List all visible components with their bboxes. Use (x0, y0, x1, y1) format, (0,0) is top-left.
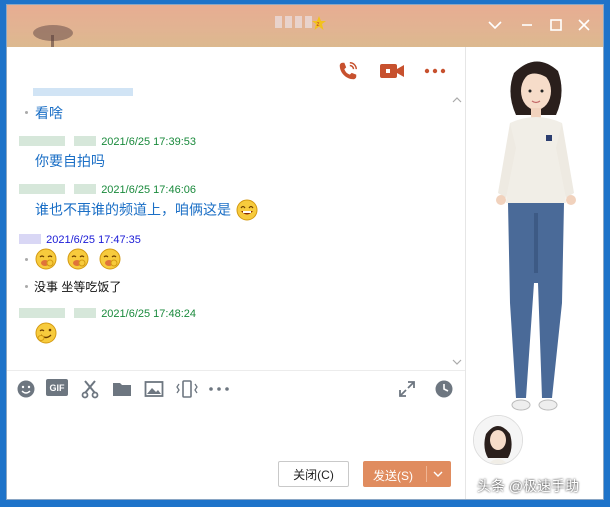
send-button-label: 发送(S) (373, 469, 413, 483)
watermark-text: 头条 @极速手助 (477, 478, 580, 494)
sender-name-blurred (19, 183, 65, 194)
contact-name-blurred (275, 16, 312, 28)
avatar-portrait-icon (474, 416, 522, 464)
chevron-down-icon[interactable] (433, 470, 443, 478)
close-button-label: 关闭(C) (293, 467, 334, 482)
laugh-emoji-icon (67, 248, 89, 270)
emoji-message (35, 322, 57, 344)
scroll-down-icon[interactable] (452, 357, 462, 367)
tree-silhouette-icon (33, 25, 73, 47)
message-timestamp: 2021/6/25 17:47:35 (46, 234, 141, 246)
message-timestamp: 2021/6/25 17:48:24 (101, 308, 196, 320)
grin-emoji-icon (236, 199, 258, 221)
scissors-icon[interactable] (80, 379, 100, 399)
title-bar[interactable]: z (7, 5, 603, 47)
message-text: 看啥 (35, 105, 63, 121)
chevron-down-icon[interactable] (485, 15, 505, 35)
message-meta: 2021/6/25 17:39:53 (19, 130, 196, 149)
message-meta: 2021/6/25 17:47:35 (19, 228, 141, 247)
message-input[interactable] (7, 404, 465, 454)
scroll-up-icon[interactable] (452, 95, 462, 105)
more-icon[interactable] (208, 379, 230, 399)
send-button[interactable]: 发送(S) (363, 461, 451, 487)
history-icon[interactable] (434, 379, 454, 399)
avatar-figure-image[interactable] (486, 53, 586, 423)
sender-name-blurred (19, 307, 65, 318)
close-button[interactable]: 关闭(C) (278, 461, 349, 487)
message-timestamp: 2021/6/25 17:46:06 (101, 184, 196, 196)
expand-icon[interactable] (397, 379, 417, 399)
message-text: 你要自拍吗 (35, 153, 105, 169)
grin-emoji-icon (35, 322, 57, 344)
emoji-icon[interactable] (16, 379, 36, 399)
sender-name-blurred (19, 233, 41, 244)
laugh-emoji-icon (35, 248, 57, 270)
folder-icon[interactable] (112, 379, 132, 399)
video-call-icon[interactable] (379, 60, 405, 82)
close-icon[interactable] (574, 15, 594, 35)
maximize-icon[interactable] (546, 15, 566, 35)
message-meta: 2021/6/25 17:48:24 (19, 302, 196, 321)
message-list[interactable]: 看啥 2021/6/25 17:39:53 你要自拍吗 2021/6/25 17… (7, 87, 465, 367)
message-text: 没事 坐等吃饭了 (34, 280, 122, 294)
sender-name-blurred (19, 135, 65, 146)
minimize-icon[interactable] (517, 15, 537, 35)
avatar-show-pane (465, 47, 603, 499)
avatar[interactable] (473, 415, 523, 465)
message-row: 谁也不再谁的频道上，咱俩这是 (35, 199, 258, 221)
more-icon[interactable] (423, 60, 447, 82)
laugh-emoji-icon (99, 248, 121, 270)
input-toolbar: GIF (7, 370, 465, 405)
gif-icon[interactable]: GIF (46, 379, 68, 396)
phone-icon[interactable] (337, 60, 359, 82)
shake-icon[interactable] (175, 379, 199, 399)
vip-badge-icon: z (312, 16, 326, 30)
emoji-message (35, 248, 121, 270)
chat-pane: 看啥 2021/6/25 17:39:53 你要自拍吗 2021/6/25 17… (7, 47, 465, 499)
message-meta: 2021/6/25 17:46:06 (19, 178, 196, 197)
svg-text:z: z (317, 22, 320, 28)
chat-window: z 看啥 2021/6/25 17:39:53 你要自拍吗 2021/6/25 … (7, 5, 603, 499)
message-timestamp: 2021/6/25 17:39:53 (101, 136, 196, 148)
message-text: 谁也不再谁的频道上，咱俩这是 (35, 201, 231, 218)
cut-off-message (33, 87, 133, 100)
image-icon[interactable] (144, 379, 164, 399)
